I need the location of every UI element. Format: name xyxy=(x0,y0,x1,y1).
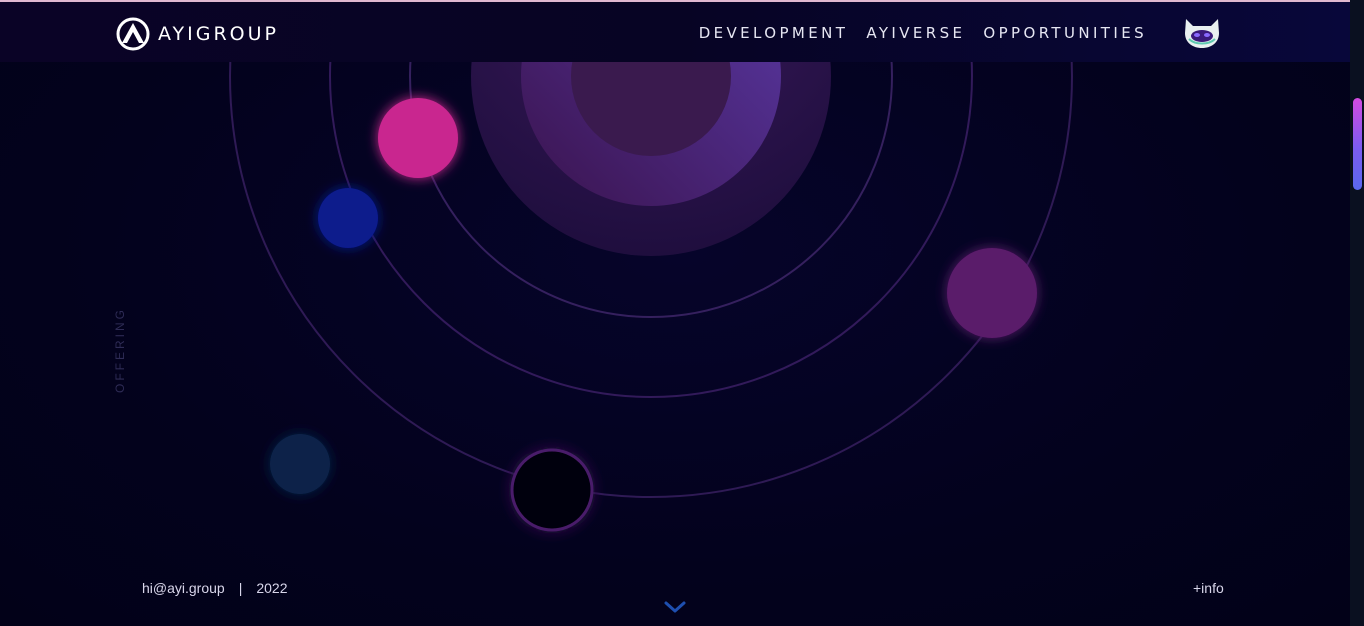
planet-blue[interactable] xyxy=(318,188,378,248)
hero-scene xyxy=(229,0,1073,532)
nav-ayiverse[interactable]: AYIVERSE xyxy=(866,24,965,42)
planet-purple[interactable] xyxy=(947,248,1037,338)
scrollbar-thumb[interactable] xyxy=(1353,98,1362,190)
ayi-logo-icon xyxy=(116,17,150,51)
cat-mask-icon[interactable] xyxy=(1183,17,1221,49)
logo-link[interactable]: AYIGROUP xyxy=(116,17,279,51)
footer-separator: | xyxy=(238,580,243,596)
scrollbar[interactable] xyxy=(1350,0,1364,626)
navbar: AYIGROUP DEVELOPMENT AYIVERSE OPPORTUNIT… xyxy=(0,2,1350,62)
section-label: OFFERING xyxy=(113,307,127,393)
footer-contact: hi@ayi.group | 2022 xyxy=(142,580,288,596)
nav-opportunities[interactable]: OPPORTUNITIES xyxy=(983,24,1147,42)
planet-teal[interactable] xyxy=(270,434,330,494)
footer-year: 2022 xyxy=(256,580,288,596)
nav-development[interactable]: DEVELOPMENT xyxy=(699,24,849,42)
brand-name: AYIGROUP xyxy=(158,23,279,45)
chevron-down-icon[interactable] xyxy=(662,598,688,616)
info-link[interactable]: +info xyxy=(1193,580,1224,596)
planet-pink[interactable] xyxy=(378,98,458,178)
planet-dark[interactable] xyxy=(510,448,594,532)
email-link[interactable]: hi@ayi.group xyxy=(142,580,225,596)
page: AYIGROUP DEVELOPMENT AYIVERSE OPPORTUNIT… xyxy=(0,0,1364,626)
main-nav: DEVELOPMENT AYIVERSE OPPORTUNITIES xyxy=(699,24,1147,42)
